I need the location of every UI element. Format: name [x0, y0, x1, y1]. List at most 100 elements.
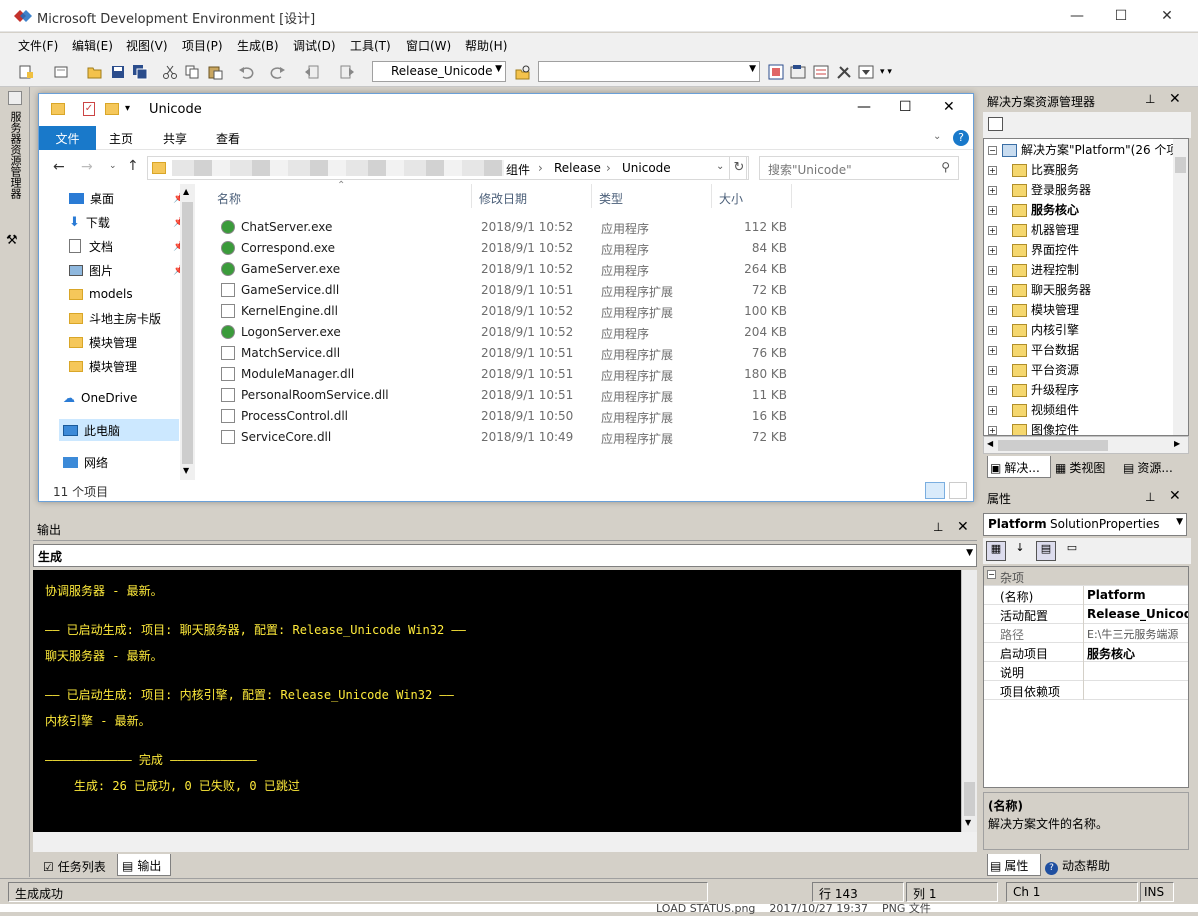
solution-project-item[interactable]: + 视频组件 [988, 401, 1079, 421]
collapse-icon[interactable]: − [988, 146, 997, 155]
search-input[interactable]: 搜索"Unicode" ⚲ [759, 156, 959, 180]
file-row[interactable]: ChatServer.exe 2018/9/1 10:52 应用程序 112 KB [215, 217, 805, 238]
expand-icon[interactable]: + [988, 286, 997, 295]
breadcrumb-segment[interactable]: 组件 [506, 161, 530, 178]
scroll-thumb[interactable] [182, 202, 193, 464]
menu-project[interactable]: 项目(P) [182, 37, 223, 54]
properties-page-icon[interactable] [988, 117, 1003, 131]
tab-task-list[interactable]: ☑ 任务列表 [39, 856, 117, 876]
file-row[interactable]: GameServer.exe 2018/9/1 10:52 应用程序 264 KB [215, 259, 805, 280]
new-folder-icon[interactable] [105, 103, 119, 115]
server-explorer-icon[interactable] [8, 91, 22, 105]
large-icons-view-icon[interactable] [949, 482, 967, 499]
expand-icon[interactable]: + [988, 186, 997, 195]
file-row[interactable]: ProcessControl.dll 2018/9/1 10:50 应用程序扩展 16… [215, 406, 805, 427]
expand-icon[interactable]: + [988, 246, 997, 255]
explorer-maximize-button[interactable]: ☐ [899, 99, 912, 115]
solution-project-item[interactable]: + 机器管理 [988, 221, 1079, 241]
tab-output[interactable]: ▤ 输出 [117, 854, 171, 876]
find-combo[interactable]: ▼ [538, 61, 760, 82]
up-arrow-icon[interactable]: ↑ [127, 158, 139, 174]
tree-scrollbar[interactable] [1173, 139, 1188, 435]
nav-item-documents[interactable]: 文档📌 [69, 235, 185, 257]
chevron-down-icon[interactable]: ▾ ▾ [880, 67, 900, 77]
nav-item-this-pc[interactable]: 此电脑 [59, 419, 179, 441]
column-header-type[interactable]: 类型 [599, 190, 623, 207]
quick-access-dropdown-icon[interactable]: ▾ [125, 103, 130, 114]
properties-icon[interactable] [790, 64, 806, 80]
property-value[interactable]: Release_Unicode [1087, 607, 1188, 621]
solution-project-item[interactable]: + 内核引擎 [988, 321, 1079, 341]
tab-dynamic-help[interactable]: ? 动态帮助 [1045, 857, 1110, 875]
navigate-forward-icon[interactable] [339, 64, 355, 80]
tab-home[interactable]: 主页 [109, 130, 133, 147]
property-value[interactable]: E:\牛三元服务端源 [1087, 626, 1178, 642]
pin-icon[interactable]: ⊥ [933, 520, 943, 534]
tab-view[interactable]: 查看 [216, 130, 240, 147]
nav-item-pictures[interactable]: 图片📌 [69, 259, 185, 281]
properties-object-dropdown[interactable]: Platform SolutionProperties ▼ [983, 513, 1187, 536]
explorer-minimize-button[interactable]: — [857, 99, 871, 115]
output-scrollbar[interactable]: ▼ [961, 570, 977, 832]
copy-icon[interactable] [184, 64, 200, 80]
property-row[interactable]: 活动配置 Release_Unicode [984, 605, 1188, 624]
tree-hscroll[interactable]: ◀ ▶ [983, 436, 1189, 454]
close-icon[interactable]: ✕ [1169, 91, 1181, 107]
close-icon[interactable]: ✕ [957, 519, 969, 535]
solution-project-item[interactable]: + 平台资源 [988, 361, 1079, 381]
nav-item-network[interactable]: 网络 [63, 451, 108, 473]
cut-icon[interactable] [162, 64, 178, 80]
tab-share[interactable]: 共享 [163, 130, 187, 147]
tools-icon[interactable] [836, 64, 852, 80]
scroll-up-icon[interactable]: ▲ [183, 187, 189, 196]
nav-item-folder[interactable]: 模块管理 [69, 355, 137, 377]
nav-item-onedrive[interactable]: ☁ OneDrive [63, 387, 137, 409]
scroll-right-icon[interactable]: ▶ [1174, 439, 1180, 448]
solution-config-dropdown[interactable]: Release_Unicode ▼ [372, 61, 506, 82]
address-bar[interactable]: 组件 › Release › Unicode ⌄ [147, 156, 747, 180]
solution-project-item[interactable]: + 升级程序 [988, 381, 1079, 401]
property-row[interactable]: 路径 E:\牛三元服务端源 [984, 624, 1188, 643]
property-row[interactable]: 启动项目 服务核心 [984, 643, 1188, 662]
menu-debug[interactable]: 调试(D) [293, 37, 336, 54]
file-row[interactable]: GameService.dll 2018/9/1 10:51 应用程序扩展 72 KB [215, 280, 805, 301]
nav-item-folder[interactable]: 斗地主房卡版 [69, 307, 161, 329]
maximize-button[interactable]: ☐ [1098, 0, 1144, 32]
alphabetical-icon[interactable]: ↓ [1010, 541, 1030, 561]
scroll-down-icon[interactable]: ▼ [965, 818, 971, 827]
navigate-back-icon[interactable] [304, 64, 320, 80]
menu-edit[interactable]: 编辑(E) [72, 37, 113, 54]
nav-scrollbar[interactable]: ▲ ▼ [180, 184, 195, 480]
column-header-date[interactable]: 修改日期 [479, 190, 527, 207]
output-source-dropdown[interactable]: 生成 ▼ [33, 544, 977, 567]
scroll-thumb[interactable] [964, 782, 975, 816]
nav-item-folder[interactable]: models [69, 283, 133, 305]
menu-file[interactable]: 文件(F) [18, 37, 58, 54]
refresh-icon[interactable]: ↻ [729, 156, 749, 180]
pin-icon[interactable]: ⊥ [1145, 490, 1155, 504]
save-icon[interactable] [110, 64, 126, 80]
breadcrumb-segment[interactable]: Release [554, 161, 601, 175]
close-button[interactable]: ✕ [1144, 0, 1190, 32]
solution-project-item[interactable]: + 比赛服务 [988, 161, 1079, 181]
file-row[interactable]: KernelEngine.dll 2018/9/1 10:52 应用程序扩展 100 … [215, 301, 805, 322]
close-icon[interactable]: ✕ [1169, 488, 1181, 504]
expand-ribbon-icon[interactable]: ⌄ [933, 131, 941, 142]
details-view-icon[interactable] [925, 482, 945, 499]
property-row[interactable]: (名称) Platform [984, 586, 1188, 605]
nav-item-desktop[interactable]: 桌面📌 [69, 187, 185, 209]
tab-file[interactable]: 文件 [39, 126, 96, 150]
solution-project-item[interactable]: + 界面控件 [988, 241, 1079, 261]
expand-icon[interactable]: + [988, 426, 997, 435]
chevron-down-icon[interactable]: ⌄ [716, 161, 724, 172]
expand-icon[interactable]: + [988, 386, 997, 395]
scroll-down-icon[interactable]: ▼ [183, 466, 189, 475]
collapse-icon[interactable]: − [987, 570, 996, 579]
expand-icon[interactable]: + [988, 406, 997, 415]
property-row[interactable]: 说明 [984, 662, 1188, 681]
menu-window[interactable]: 窗口(W) [406, 37, 451, 54]
solution-project-item[interactable]: + 平台数据 [988, 341, 1079, 361]
scroll-left-icon[interactable]: ◀ [987, 439, 993, 448]
solution-project-item[interactable]: + 进程控制 [988, 261, 1079, 281]
file-row[interactable]: ServiceCore.dll 2018/9/1 10:49 应用程序扩展 72 KB [215, 427, 805, 448]
